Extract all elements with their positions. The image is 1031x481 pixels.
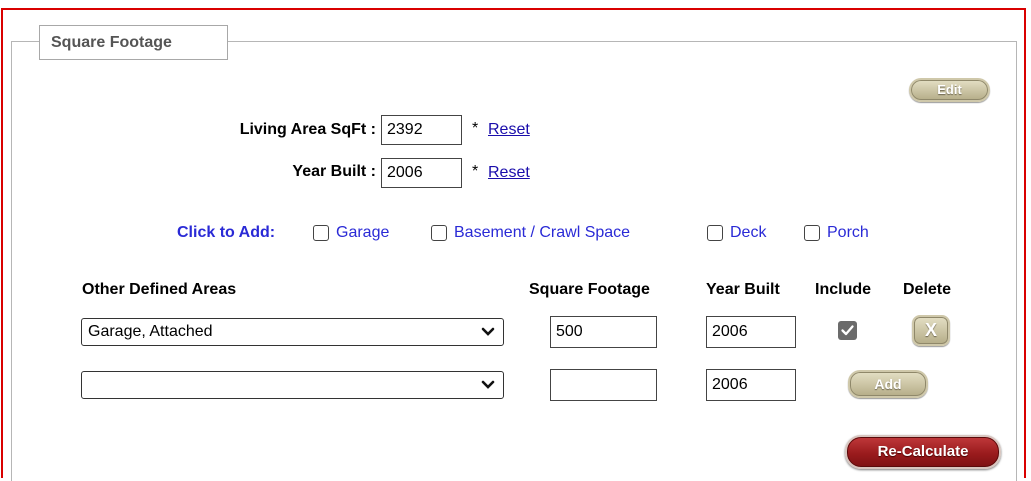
- square-footage-input[interactable]: [550, 316, 657, 348]
- year-built-label: Year Built :: [292, 163, 376, 180]
- checkbox-box[interactable]: [707, 225, 723, 241]
- living-area-reset-link[interactable]: Reset: [488, 121, 530, 139]
- header-other-areas: Other Defined Areas: [82, 281, 237, 298]
- area-type-select[interactable]: Garage, Attached: [81, 318, 504, 346]
- area-type-select[interactable]: [81, 371, 504, 399]
- add-basement-label: Basement / Crawl Space: [454, 224, 631, 241]
- add-deck-label: Deck: [730, 224, 767, 241]
- edit-button[interactable]: Edit: [909, 78, 990, 102]
- add-garage-label: Garage: [336, 224, 390, 241]
- square-footage-input[interactable]: [550, 369, 657, 401]
- year-built-input[interactable]: [706, 369, 796, 401]
- add-garage-checkbox[interactable]: Garage: [313, 224, 389, 242]
- header-include: Include: [815, 281, 872, 298]
- header-square-footage: Square Footage: [529, 281, 650, 298]
- checkbox-box[interactable]: [313, 225, 329, 241]
- delete-button[interactable]: X: [912, 315, 950, 346]
- header-year-built: Year Built: [706, 281, 780, 298]
- click-to-add-label: Click to Add:: [177, 224, 276, 241]
- panel-title: Square Footage: [39, 25, 228, 60]
- living-area-label: Living Area SqFt :: [239, 121, 376, 138]
- include-checkbox[interactable]: [838, 321, 857, 340]
- check-icon: [841, 325, 854, 336]
- checkbox-box[interactable]: [804, 225, 820, 241]
- add-button[interactable]: Add: [848, 370, 928, 398]
- required-mark: *: [472, 120, 479, 137]
- add-porch-label: Porch: [827, 224, 869, 241]
- add-deck-checkbox[interactable]: Deck: [707, 224, 766, 242]
- year-built-reset-link[interactable]: Reset: [488, 164, 530, 182]
- header-delete: Delete: [903, 281, 952, 298]
- required-mark: *: [472, 163, 479, 180]
- year-built-input[interactable]: [706, 316, 796, 348]
- add-porch-checkbox[interactable]: Porch: [804, 224, 869, 242]
- living-area-input[interactable]: [381, 115, 462, 145]
- square-footage-panel: [11, 41, 1017, 481]
- chevron-down-icon: [481, 380, 495, 389]
- recalculate-button[interactable]: Re-Calculate: [845, 435, 1001, 469]
- area-type-value: Garage, Attached: [88, 323, 213, 340]
- checkbox-box[interactable]: [431, 225, 447, 241]
- year-built-input[interactable]: [381, 158, 462, 188]
- chevron-down-icon: [481, 327, 495, 336]
- add-basement-checkbox[interactable]: Basement / Crawl Space: [431, 224, 630, 242]
